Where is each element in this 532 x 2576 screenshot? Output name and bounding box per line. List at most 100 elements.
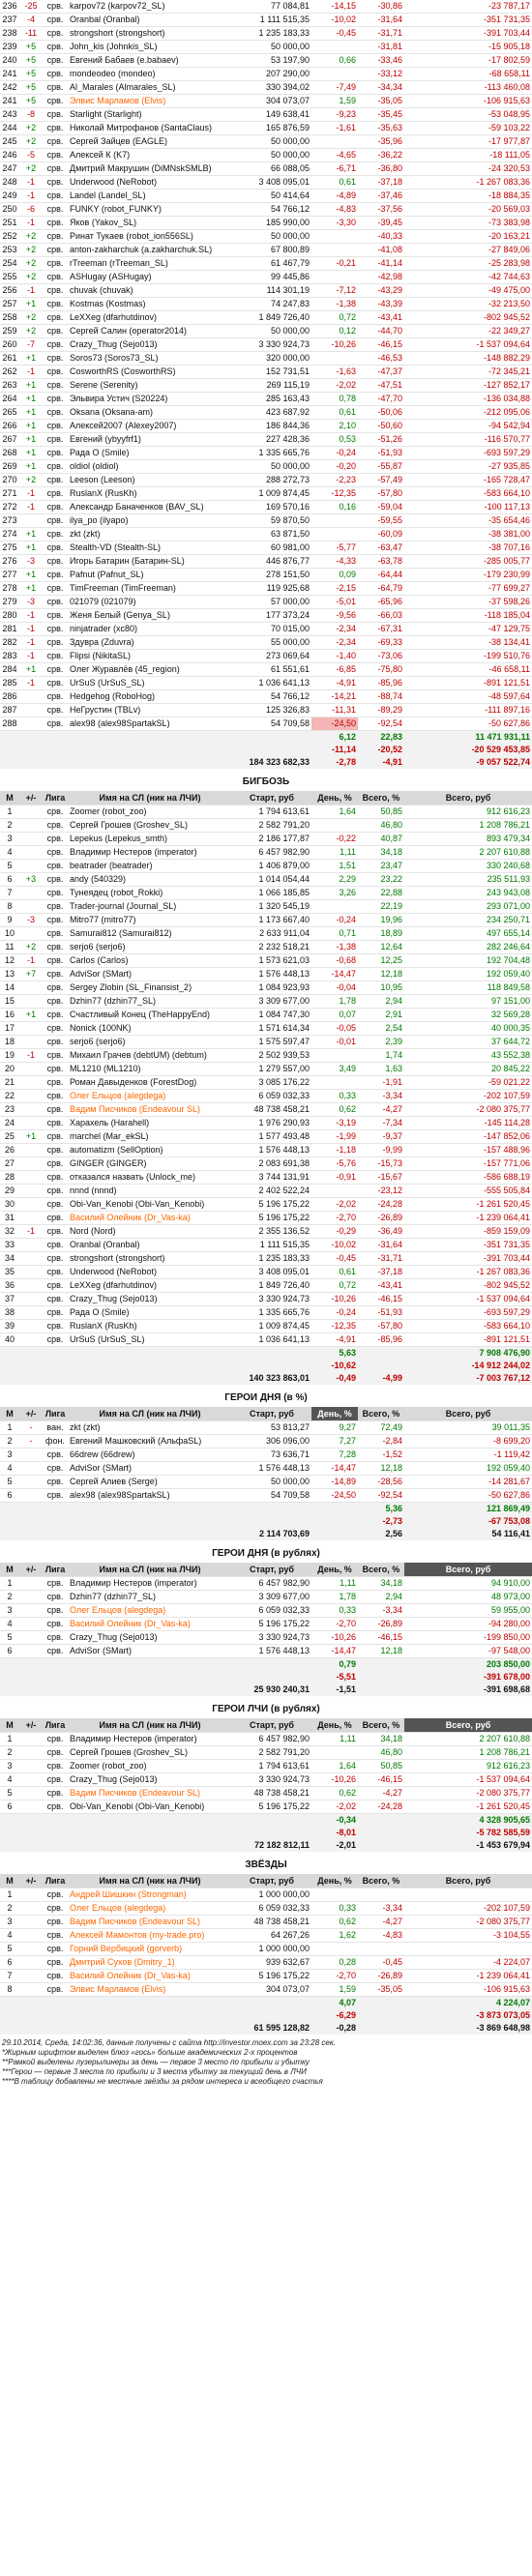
- table-row: 36 срв. LeXXeg (dfarhutdinov) 1 849 726,40 0…: [0, 1278, 532, 1293]
- cell-day: -6,71: [311, 161, 358, 176]
- cell-total-pct: -33,12: [358, 67, 404, 81]
- cell-change: -1: [19, 486, 43, 501]
- cell-total-rub: -38 707,16: [404, 541, 532, 555]
- cell-empty: [43, 1996, 68, 2009]
- cell-total-rub: -42 744,63: [404, 270, 532, 284]
- cell-change: -7: [19, 337, 43, 352]
- table-row: 263 +1 срв. Serene (Serenity) 269 115,19 -2,0…: [0, 378, 532, 393]
- cell-name: Underwood (NeRobot): [68, 175, 232, 190]
- cell-total-pct: 34,18: [358, 1732, 404, 1746]
- cell-day: -2,15: [311, 581, 358, 596]
- cell-position: 3: [0, 1759, 19, 1773]
- cell-total-rub: -202 107,59: [404, 1089, 532, 1103]
- table-row: 24 срв. Харахель (Harahell) 1 976 290,93 -3,…: [0, 1116, 532, 1130]
- cell-change: [19, 859, 43, 873]
- cell-league: срв.: [43, 554, 68, 569]
- cell-total-pct: -63,78: [358, 554, 404, 569]
- cell-change: +1: [19, 527, 43, 542]
- cell-start: 423 687,92: [232, 405, 311, 420]
- col-header-total-rub: Всего, руб: [404, 791, 532, 805]
- cell-start: 3 330 924,73: [232, 1630, 311, 1645]
- summary-row: 184 323 682,33 -2,78 -4,91 -9 057 522,74: [0, 756, 532, 769]
- cell-empty: [0, 1683, 19, 1696]
- cell-change: -: [19, 1434, 43, 1449]
- cell-position: 2: [0, 1745, 19, 1760]
- cell-name: Счастливый Конец (TheHappyEnd): [68, 1008, 232, 1022]
- cell-start: 1 406 879,00: [232, 859, 311, 873]
- cell-change: [19, 1021, 43, 1036]
- cell-total-rub: -148 882,29: [404, 351, 532, 366]
- cell-total-pct: 1,63: [358, 1062, 404, 1076]
- cell-name: Soros73 (Soros73_SL): [68, 351, 232, 366]
- cell-change: +1: [19, 662, 43, 677]
- summary-row: -2,73 -67 753,08: [0, 1515, 532, 1528]
- summary-total-rub: 4 224,07: [404, 1996, 532, 2009]
- cell-league: срв.: [43, 581, 68, 596]
- summary-total-pct: 2,56: [358, 1528, 404, 1540]
- cell-name: Александр Баначенков (BAV_SL): [68, 500, 232, 514]
- cell-change: -25: [19, 0, 43, 14]
- cell-total-pct: -3,34: [358, 1901, 404, 1916]
- cell-change: -1: [19, 649, 43, 663]
- cell-total-pct: -35,96: [358, 134, 404, 149]
- cell-total-rub: -212 095,06: [404, 405, 532, 420]
- cell-day: -12,35: [311, 1319, 358, 1333]
- cell-day: 0,62: [311, 1102, 358, 1117]
- cell-start: 3 408 095,01: [232, 175, 311, 190]
- cell-start: 6 457 982,90: [232, 1732, 311, 1746]
- cell-total-rub: -17 977,87: [404, 134, 532, 149]
- cell-day: -2,34: [311, 622, 358, 636]
- cell-change: -1: [19, 1224, 43, 1239]
- cell-name: Oksana (Oksana-am): [68, 405, 232, 420]
- cell-position: 27: [0, 1156, 19, 1171]
- cell-day: [311, 1048, 358, 1063]
- cell-start: 1 000 000,00: [232, 1888, 311, 1902]
- cell-position: 1: [0, 805, 19, 819]
- cell-change: [19, 1590, 43, 1604]
- cell-change: +1: [19, 405, 43, 420]
- cell-position: 22: [0, 1089, 19, 1103]
- cell-position: 31: [0, 1211, 19, 1225]
- cell-empty: [19, 1657, 43, 1671]
- table-row: 282 -1 срв. Здувра (Zduvra) 55 000,00 -2,34 -6…: [0, 635, 532, 650]
- cell-name: Здувра (Zduvra): [68, 635, 232, 650]
- cell-league: срв.: [43, 270, 68, 284]
- cell-total-pct: -0,45: [358, 1955, 404, 1970]
- table-row: 1- ван. zkt (zkt) 53 813,27 9,27 72,49 39 011,…: [0, 1420, 532, 1435]
- cell-change: -1: [19, 283, 43, 298]
- cell-total-pct: -50,06: [358, 405, 404, 420]
- table-row: 257 +1 срв. Kostmas (Kostmas) 74 247,83 -1,38…: [0, 297, 532, 311]
- cell-league: срв.: [43, 175, 68, 190]
- cell-total-rub: -145 114,28: [404, 1116, 532, 1130]
- cell-total-rub: -391 703,44: [404, 26, 532, 41]
- cell-league: срв.: [43, 1915, 68, 1929]
- cell-total-rub: -351 731,35: [404, 13, 532, 27]
- cell-empty: [68, 1502, 232, 1515]
- cell-total-rub: -1 537 094,64: [404, 1772, 532, 1787]
- cell-day: 0,61: [311, 1265, 358, 1279]
- cell-name: Kostmas (Kostmas): [68, 297, 232, 311]
- cell-change: [19, 1488, 43, 1503]
- cell-start: 5 196 175,22: [232, 1211, 311, 1225]
- cell-name: Landel (Landel_SL): [68, 189, 232, 203]
- cell-total-pct: -24,28: [358, 1197, 404, 1212]
- cell-empty: [68, 1515, 232, 1528]
- table-row: 37 срв. Crazy_Thug (Sejo013) 3 330 924,73 -1…: [0, 1292, 532, 1306]
- cell-position: 263: [0, 378, 19, 393]
- cell-league: срв.: [43, 500, 68, 514]
- cell-name: Женя Белый (Genya_SL): [68, 608, 232, 623]
- cell-position: 251: [0, 216, 19, 230]
- cell-league: срв.: [43, 67, 68, 81]
- cell-change: +1: [19, 568, 43, 582]
- summary-total-rub: -3 869 648,98: [404, 2022, 532, 2034]
- cell-empty: [68, 1827, 232, 1839]
- cell-day: 0,09: [311, 568, 358, 582]
- cell-total-rub: -1 239 064,41: [404, 1211, 532, 1225]
- cell-total-pct: -30,86: [358, 0, 404, 14]
- cell-change: [19, 1116, 43, 1130]
- cell-league: срв.: [43, 1184, 68, 1198]
- cell-league: срв.: [43, 1102, 68, 1117]
- cell-name: automatizm (SellOption): [68, 1143, 232, 1157]
- cell-day: -24,50: [311, 1488, 358, 1503]
- cell-league: срв.: [43, 913, 68, 927]
